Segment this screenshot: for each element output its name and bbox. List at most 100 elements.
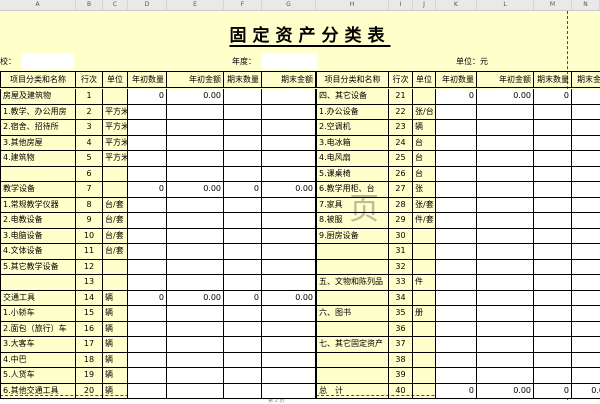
left-row-13-line[interactable]: 13 (76, 275, 103, 291)
right-row-6-name[interactable]: 5.课桌椅 (316, 166, 389, 182)
left-row-20-name[interactable]: 6.其他交通工具 (0, 383, 76, 399)
right-row-16-line[interactable]: 36 (389, 321, 413, 337)
left-row-12-name[interactable]: 5.其它教学设备 (0, 259, 76, 275)
right-row-9-name[interactable]: 8.被服 (316, 213, 389, 229)
right-row-2-qe[interactable] (534, 104, 572, 120)
left-header-amt-end[interactable]: 期末金额 (262, 71, 316, 88)
right-row-7-qe[interactable] (534, 182, 572, 198)
left-row-7-name[interactable]: 教学设备 (0, 182, 76, 198)
left-row-16-qe[interactable] (224, 321, 262, 337)
right-row-17-line[interactable]: 37 (389, 337, 413, 353)
left-row-12-ae[interactable] (262, 259, 316, 275)
right-row-10-unit[interactable] (413, 228, 436, 244)
left-header-qty-end[interactable]: 期末数量 (224, 71, 262, 88)
right-header-line[interactable]: 行次 (389, 71, 413, 88)
left-row-12-as[interactable] (167, 259, 224, 275)
left-row-10-line[interactable]: 10 (76, 228, 103, 244)
right-row-1-qs[interactable]: 0 (436, 89, 477, 105)
right-row-20-qs[interactable]: 0 (436, 383, 477, 399)
right-row-8-ae[interactable] (572, 197, 600, 213)
right-row-5-as[interactable] (477, 151, 534, 167)
left-row-17-name[interactable]: 3.大客车 (0, 337, 76, 353)
right-row-20-unit[interactable] (413, 383, 436, 399)
left-row-17-line[interactable]: 17 (76, 337, 103, 353)
year-value-cell[interactable] (262, 53, 318, 69)
left-row-18-ae[interactable] (262, 352, 316, 368)
column-header-f[interactable]: F (224, 0, 262, 10)
left-row-19-line[interactable]: 19 (76, 368, 103, 384)
left-row-1-unit[interactable] (103, 89, 128, 105)
right-header-amt-end[interactable]: 期末金额 (572, 71, 600, 88)
right-row-11-qs[interactable] (436, 244, 477, 260)
right-row-5-line[interactable]: 25 (389, 151, 413, 167)
right-row-1-unit[interactable] (413, 89, 436, 105)
left-row-9-qs[interactable] (128, 213, 167, 229)
column-header-g[interactable]: G (262, 0, 316, 10)
left-row-14-qs[interactable]: 0 (128, 290, 167, 306)
right-row-19-qe[interactable] (534, 368, 572, 384)
left-row-15-name[interactable]: 1.小轿车 (0, 306, 76, 322)
right-row-8-qe[interactable] (534, 197, 572, 213)
right-row-19-as[interactable] (477, 368, 534, 384)
right-row-13-qe[interactable] (534, 275, 572, 291)
right-row-15-line[interactable]: 35 (389, 306, 413, 322)
left-row-5-line[interactable]: 5 (76, 151, 103, 167)
right-row-13-unit[interactable]: 件 (413, 275, 436, 291)
right-row-17-as[interactable] (477, 337, 534, 353)
left-row-15-qe[interactable] (224, 306, 262, 322)
left-row-13-ae[interactable] (262, 275, 316, 291)
left-row-19-qe[interactable] (224, 368, 262, 384)
right-row-10-qs[interactable] (436, 228, 477, 244)
right-row-11-ae[interactable] (572, 244, 600, 260)
right-row-5-ae[interactable] (572, 151, 600, 167)
left-row-10-name[interactable]: 3.电脑设备 (0, 228, 76, 244)
left-row-7-as[interactable]: 0.00 (167, 182, 224, 198)
left-row-3-qs[interactable] (128, 120, 167, 136)
right-row-17-qe[interactable] (534, 337, 572, 353)
right-row-4-line[interactable]: 24 (389, 135, 413, 151)
right-row-2-as[interactable] (477, 104, 534, 120)
left-row-8-line[interactable]: 8 (76, 197, 103, 213)
left-row-15-line[interactable]: 15 (76, 306, 103, 322)
right-header-unit[interactable]: 单位 (413, 71, 436, 88)
left-row-5-qe[interactable] (224, 151, 262, 167)
right-row-9-ae[interactable] (572, 213, 600, 229)
left-row-16-line[interactable]: 16 (76, 321, 103, 337)
right-row-15-qe[interactable] (534, 306, 572, 322)
left-row-18-qs[interactable] (128, 352, 167, 368)
column-header-n[interactable]: N (572, 0, 600, 10)
left-row-16-ae[interactable] (262, 321, 316, 337)
right-row-1-qe[interactable]: 0 (534, 89, 572, 105)
right-row-13-as[interactable] (477, 275, 534, 291)
left-row-11-unit[interactable]: 台/套 (103, 244, 128, 260)
right-row-10-line[interactable]: 30 (389, 228, 413, 244)
right-row-19-name[interactable] (316, 368, 389, 384)
column-header-e[interactable]: E (167, 0, 224, 10)
left-row-15-unit[interactable]: 辆 (103, 306, 128, 322)
right-row-16-name[interactable] (316, 321, 389, 337)
right-row-10-ae[interactable] (572, 228, 600, 244)
right-row-11-name[interactable] (316, 244, 389, 260)
left-row-2-as[interactable] (167, 104, 224, 120)
right-row-14-name[interactable] (316, 290, 389, 306)
right-row-6-qs[interactable] (436, 166, 477, 182)
left-row-20-unit[interactable]: 辆 (103, 383, 128, 399)
right-row-5-qs[interactable] (436, 151, 477, 167)
right-row-16-qe[interactable] (534, 321, 572, 337)
left-row-18-as[interactable] (167, 352, 224, 368)
left-row-11-qe[interactable] (224, 244, 262, 260)
column-header-i[interactable]: I (389, 0, 413, 10)
left-row-15-as[interactable] (167, 306, 224, 322)
right-row-4-as[interactable] (477, 135, 534, 151)
left-row-4-qe[interactable] (224, 135, 262, 151)
left-row-9-as[interactable] (167, 213, 224, 229)
left-header-unit[interactable]: 单位 (103, 71, 128, 88)
left-row-11-qs[interactable] (128, 244, 167, 260)
left-row-15-ae[interactable] (262, 306, 316, 322)
left-row-16-name[interactable]: 2.面包（旅行）车 (0, 321, 76, 337)
right-row-9-qe[interactable] (534, 213, 572, 229)
right-row-19-ae[interactable] (572, 368, 600, 384)
right-row-16-qs[interactable] (436, 321, 477, 337)
left-header-line[interactable]: 行次 (76, 71, 103, 88)
right-row-15-name[interactable]: 六、图书 (316, 306, 389, 322)
